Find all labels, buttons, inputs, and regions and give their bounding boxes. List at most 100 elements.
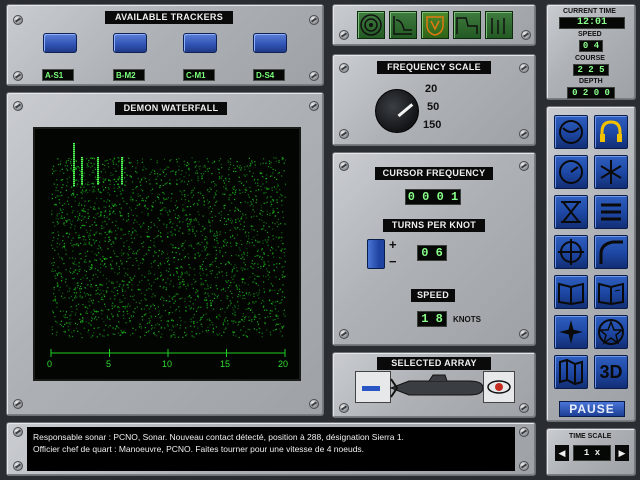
map-icon[interactable] <box>554 355 588 389</box>
view-3d-label: 3D <box>599 362 623 382</box>
sonar-station-icon[interactable] <box>554 115 588 149</box>
screw <box>13 15 23 25</box>
selected-array-panel: SELECTED ARRAY <box>332 352 536 418</box>
axis-tick-0: 0 <box>47 359 53 369</box>
waterfall-title: DEMON WATERFALL <box>115 102 227 115</box>
tracker-c-button[interactable] <box>183 33 217 53</box>
radar-sweep-icon[interactable] <box>357 11 385 39</box>
station-panel: 3D PAUSE <box>546 106 636 422</box>
headphones-icon[interactable] <box>594 115 628 149</box>
screw <box>13 71 23 81</box>
speed-unit: KNOTS <box>453 315 481 324</box>
status-course-value: 2 2 5 <box>573 64 609 76</box>
depth-label: DEPTH <box>579 78 603 85</box>
screw <box>519 461 529 471</box>
view-3d-button[interactable]: 3D <box>594 355 628 389</box>
gauge-icon[interactable] <box>554 155 588 189</box>
waveform-icon[interactable] <box>453 11 481 39</box>
demon-shield-icon[interactable] <box>421 11 449 39</box>
status-depth-value: 0 2 0 0 <box>567 87 615 99</box>
turns-plus[interactable]: + <box>389 237 397 252</box>
screw <box>521 30 531 40</box>
scale-option-150[interactable]: 150 <box>423 119 441 131</box>
selected-array-title: SELECTED ARRAY <box>377 357 491 370</box>
speed-label: SPEED <box>578 31 602 38</box>
message-panel: Responsable sonar : PCNO, Sonar. Nouveau… <box>6 422 536 476</box>
message-line-2: Officier chef de quart : Manoeuvre, PCNO… <box>33 444 365 454</box>
tracker-d-button[interactable] <box>253 33 287 53</box>
turns-per-knot-value: 0 6 <box>417 245 447 261</box>
screw <box>519 427 529 437</box>
tracker-d-label: D-S4 <box>253 69 285 81</box>
screw <box>339 161 349 171</box>
sonar-eye-icon <box>487 380 511 394</box>
pause-button[interactable]: PAUSE <box>559 401 625 417</box>
list-icon[interactable] <box>594 195 628 229</box>
screw <box>309 15 319 25</box>
screw <box>519 403 529 413</box>
time-scale-decrease[interactable]: ◀ <box>555 445 569 461</box>
tool-buttons-panel <box>332 4 536 46</box>
cursor-frequency-title: CURSOR FREQUENCY <box>375 167 493 180</box>
knob-pointer <box>397 103 414 118</box>
mast-icon[interactable] <box>554 195 588 229</box>
screw <box>519 129 529 139</box>
cursor-frequency-value: 0 0 0 1 <box>405 189 461 205</box>
screw <box>519 63 529 73</box>
screw <box>309 399 319 409</box>
message-line-1: Responsable sonar : PCNO, Sonar. Nouveau… <box>33 432 404 442</box>
bearing-icon[interactable] <box>485 11 513 39</box>
trackers-title: AVAILABLE TRACKERS <box>105 11 233 24</box>
screw <box>13 399 23 409</box>
frequency-knob[interactable] <box>375 89 419 133</box>
time-scale-increase[interactable]: ▶ <box>615 445 629 461</box>
screw <box>339 403 349 413</box>
frequency-scale-panel: FREQUENCY SCALE 20 50 150 <box>332 54 536 146</box>
manual-icon[interactable] <box>554 275 588 309</box>
tracker-c-label: C-M1 <box>183 69 215 81</box>
sonar-curve-icon[interactable] <box>389 11 417 39</box>
navigation-icon[interactable] <box>594 235 628 269</box>
array-select-right[interactable] <box>483 371 515 403</box>
scale-option-20[interactable]: 20 <box>425 83 437 95</box>
tracker-b-label: B-M2 <box>113 69 145 81</box>
submarine-icon <box>389 374 484 398</box>
status-speed-value: 0 4 <box>579 40 603 52</box>
screw <box>13 427 23 437</box>
towed-array-icon <box>362 386 380 391</box>
turns-toggle[interactable] <box>367 239 385 269</box>
periscope-crosshair-icon[interactable] <box>554 235 588 269</box>
turns-minus[interactable]: − <box>389 254 397 269</box>
screw <box>339 63 349 73</box>
tracker-a-label: A-S1 <box>42 69 74 81</box>
array-select-left[interactable] <box>355 371 391 403</box>
scale-option-50[interactable]: 50 <box>427 101 439 113</box>
screw <box>519 329 529 339</box>
screw <box>309 101 319 111</box>
speed-title: SPEED <box>411 289 455 302</box>
tracker-b-button[interactable] <box>113 33 147 53</box>
time-scale-value: 1 x <box>573 445 611 461</box>
time-scale-panel: TIME SCALE ◀ 1 x ▶ <box>546 428 636 476</box>
waterfall-panel: DEMON WATERFALL 0 5 10 15 20 <box>6 92 324 416</box>
trackers-panel: AVAILABLE TRACKERS A-S1 B-M2 C-M1 D-S4 <box>6 4 324 86</box>
screw <box>309 71 319 81</box>
weapons-icon[interactable] <box>594 155 628 189</box>
axis-tick-15: 15 <box>220 359 231 369</box>
cursor-panel: CURSOR FREQUENCY 0 0 0 1 TURNS PER KNOT … <box>332 152 536 346</box>
logbook-icon[interactable] <box>594 275 628 309</box>
waterfall-axis <box>50 349 286 357</box>
axis-tick-10: 10 <box>162 359 173 369</box>
axis-tick-20: 20 <box>278 359 289 369</box>
waterfall-screen[interactable]: 0 5 10 15 20 <box>33 127 301 381</box>
speed-value: 1 8 <box>417 311 447 327</box>
current-time-value: 12:01 <box>559 17 625 29</box>
medal-star-icon[interactable] <box>594 315 628 349</box>
compass-icon[interactable] <box>554 315 588 349</box>
screw <box>13 101 23 111</box>
tracker-a-button[interactable] <box>43 33 77 53</box>
time-scale-title: TIME SCALE <box>569 433 612 440</box>
message-log: Responsable sonar : PCNO, Sonar. Nouveau… <box>27 427 515 471</box>
screw <box>339 329 349 339</box>
frequency-scale-title: FREQUENCY SCALE <box>377 61 491 74</box>
